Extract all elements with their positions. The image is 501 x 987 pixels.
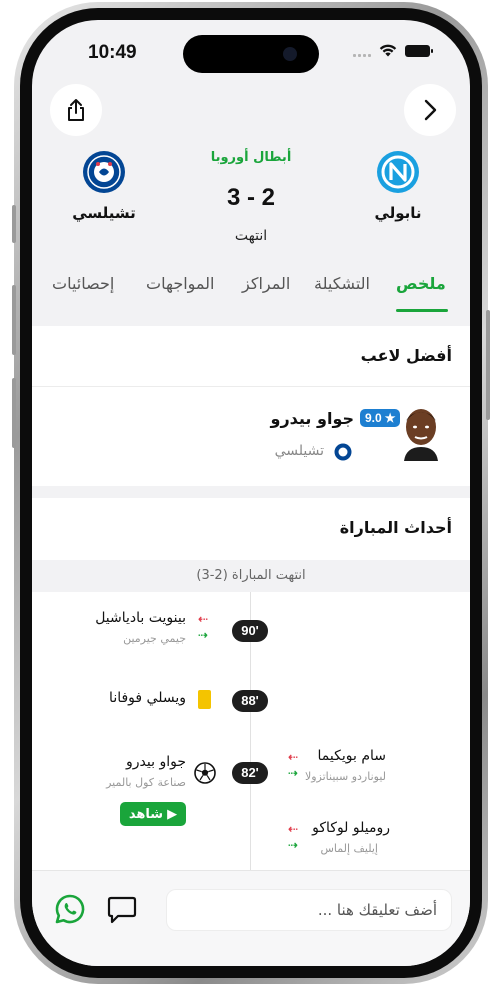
watch-goal-button[interactable]: ▶ شاهد bbox=[120, 802, 186, 826]
event-player-out[interactable]: جيمي جيرمين bbox=[123, 632, 186, 645]
wifi-icon bbox=[379, 44, 397, 57]
match-score: 3 - 2 bbox=[226, 184, 276, 211]
back-button[interactable] bbox=[404, 84, 456, 136]
status-time: 10:49 bbox=[88, 42, 137, 63]
side-button-power bbox=[486, 310, 490, 420]
tab-bar: ملخص التشكيلة المراكز المواجهات إحصائيات bbox=[32, 274, 470, 314]
rating-value: 9.0 bbox=[365, 411, 382, 425]
tab-standings[interactable]: المراكز bbox=[242, 274, 290, 293]
active-tab-indicator bbox=[396, 309, 448, 312]
event-player-out[interactable]: إيليف إلماس bbox=[320, 842, 378, 855]
match-status: انتهت bbox=[234, 228, 268, 244]
match-events-title: أحداث المباراة bbox=[339, 518, 452, 537]
whatsapp-icon[interactable] bbox=[54, 893, 86, 925]
best-player-card: أفضل لاعب 9.0 ★ جواو بيدرو تشيلسي bbox=[32, 326, 470, 486]
best-player-team: تشيلسي bbox=[274, 443, 324, 459]
event-scorer[interactable]: جواو بيدرو bbox=[126, 754, 186, 770]
chevron-right-icon bbox=[424, 99, 437, 121]
screen: 10:49 نابولي تشيلسي أبطال أوروبا 3 - 2 ا… bbox=[32, 20, 470, 966]
tab-statistics[interactable]: إحصائيات bbox=[52, 274, 114, 293]
player-rating-badge: 9.0 ★ bbox=[360, 409, 401, 427]
event-minute-90: 90' bbox=[232, 620, 268, 642]
event-minute-88: 88' bbox=[232, 690, 268, 712]
match-events-card: أحداث المباراة انتهت المباراة (2-3) 90' … bbox=[32, 498, 470, 870]
sub-in-arrow-icon: ⇢ bbox=[288, 838, 299, 852]
side-button-volume-down bbox=[12, 378, 16, 448]
best-player-row[interactable]: 9.0 ★ جواو بيدرو تشيلسي bbox=[32, 387, 470, 486]
event-minute-82: 82' bbox=[232, 762, 268, 784]
event-player-in[interactable]: سام بويكيما bbox=[318, 748, 386, 764]
side-button-mute bbox=[12, 205, 16, 243]
player-avatar bbox=[404, 409, 438, 461]
yellow-card-icon bbox=[198, 690, 211, 709]
event-player-out[interactable]: ليوناردو سبيناتزولا bbox=[305, 770, 386, 783]
dynamic-island bbox=[183, 35, 319, 73]
chelsea-small-logo-icon bbox=[334, 443, 352, 461]
event-player-in[interactable]: روميلو لوكاكو bbox=[312, 820, 390, 836]
watch-label: شاهد bbox=[128, 806, 164, 822]
comment-bar: أضف تعليقك هنا ... bbox=[32, 870, 470, 966]
tab-summary[interactable]: ملخص bbox=[396, 274, 446, 293]
share-button[interactable] bbox=[50, 84, 102, 136]
sub-out-arrow-icon: ⇠ bbox=[288, 822, 299, 836]
tab-head-to-head[interactable]: المواجهات bbox=[146, 274, 214, 293]
side-button-volume-up bbox=[12, 285, 16, 355]
best-player-name: جواو بيدرو bbox=[270, 409, 355, 428]
signal-icon bbox=[353, 45, 371, 57]
star-icon: ★ bbox=[384, 411, 396, 425]
comment-input[interactable]: أضف تعليقك هنا ... bbox=[166, 889, 452, 931]
sub-in-arrow-icon: ⇢ bbox=[198, 628, 209, 642]
football-icon bbox=[194, 762, 216, 784]
event-assist[interactable]: صناعة كول بالمير bbox=[106, 776, 186, 789]
sub-in-arrow-icon: ⇢ bbox=[288, 766, 299, 780]
event-player-in[interactable]: بينويت بادياشيل bbox=[95, 610, 186, 626]
tab-lineup[interactable]: التشكيلة bbox=[314, 274, 370, 293]
sub-out-arrow-icon: ⇠ bbox=[288, 750, 299, 764]
match-ended-bar: انتهت المباراة (2-3) bbox=[32, 560, 470, 592]
competition-name[interactable]: أبطال أوروبا bbox=[32, 150, 470, 165]
status-icons bbox=[353, 44, 433, 57]
play-icon: ▶ bbox=[167, 806, 178, 822]
chat-bubble-icon[interactable] bbox=[106, 895, 138, 925]
event-player[interactable]: ويسلي فوفانا bbox=[109, 690, 186, 706]
share-icon bbox=[68, 99, 84, 121]
battery-icon bbox=[405, 44, 433, 57]
sub-out-arrow-icon: ⇠ bbox=[198, 612, 209, 626]
best-player-title: أفضل لاعب bbox=[360, 346, 452, 365]
